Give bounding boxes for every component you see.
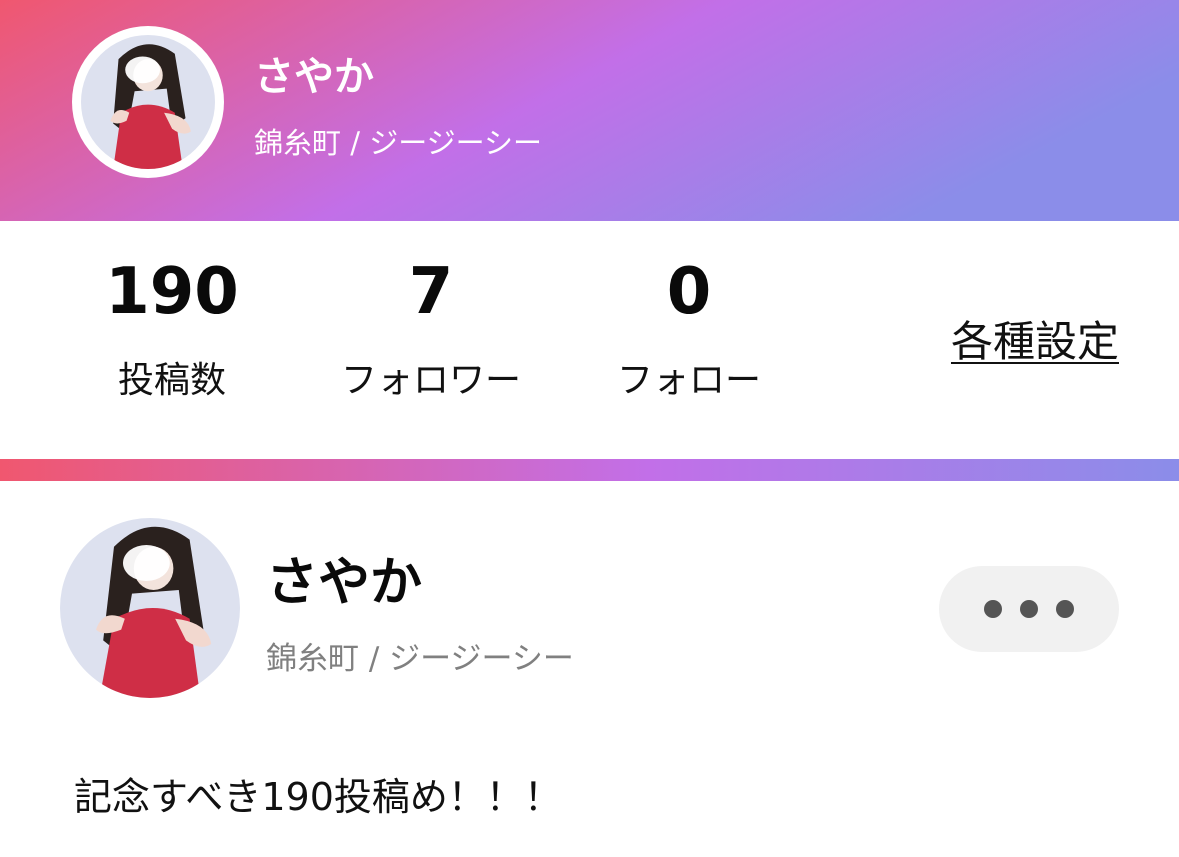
more-dots-icon xyxy=(1020,600,1038,618)
stat-followers[interactable]: 7 フォロワー xyxy=(311,255,551,403)
profile-location: 錦糸町 / ジージーシー xyxy=(254,126,543,160)
more-dots-icon xyxy=(984,600,1002,618)
post-author-avatar[interactable] xyxy=(60,518,240,698)
posts-count: 190 xyxy=(105,255,239,329)
following-label: フォロー xyxy=(616,360,761,401)
post-author-photo xyxy=(60,518,240,698)
post-author-name: さやか xyxy=(266,553,423,613)
profile-avatar[interactable] xyxy=(72,26,224,178)
following-count: 0 xyxy=(666,255,712,329)
post-author-location: 錦糸町 / ジージーシー xyxy=(266,641,574,677)
posts-label: 投稿数 xyxy=(117,360,226,401)
profile-name: さやか xyxy=(254,54,374,100)
gradient-divider xyxy=(0,459,1179,481)
more-options-button[interactable] xyxy=(939,566,1119,652)
stat-posts[interactable]: 190 投稿数 xyxy=(52,255,292,403)
more-dots-icon xyxy=(1056,600,1074,618)
followers-count: 7 xyxy=(408,255,454,329)
stat-following[interactable]: 0 フォロー xyxy=(569,255,809,403)
followers-label: フォロワー xyxy=(340,360,521,401)
post-text: 記念すべき190投稿め！！！ xyxy=(74,775,562,819)
profile-header: さやか 錦糸町 / ジージーシー xyxy=(0,0,1179,221)
profile-photo xyxy=(81,35,215,169)
settings-link[interactable]: 各種設定 xyxy=(951,308,1119,369)
